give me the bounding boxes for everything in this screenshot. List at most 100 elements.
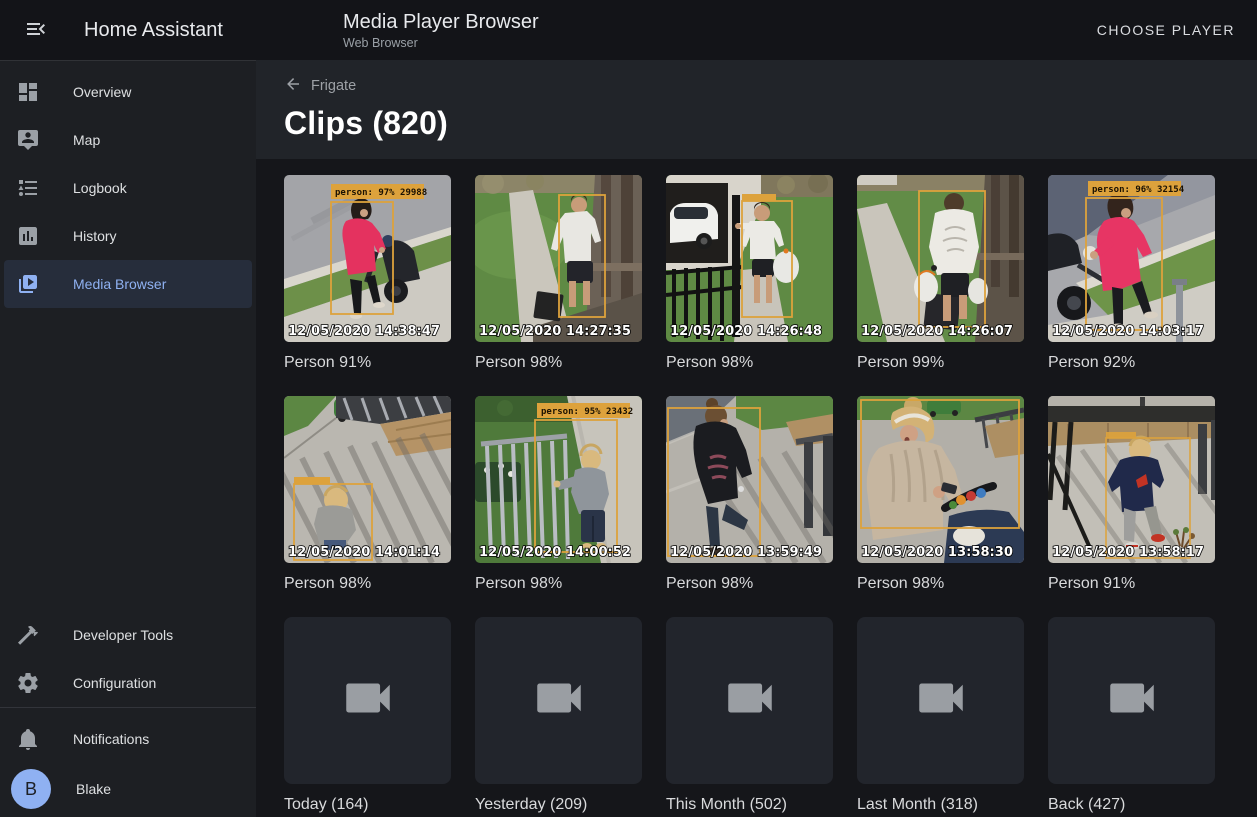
clip-item[interactable]: 12/05/2020 14:26:48 Person 98% bbox=[666, 175, 833, 378]
app-bar-sidebar-section: Home Assistant bbox=[0, 8, 256, 52]
breadcrumb-back[interactable]: Frigate bbox=[284, 75, 356, 97]
clip-item[interactable]: 12/05/2020 14:26:07 Person 99% bbox=[857, 175, 1024, 378]
clip-thumbnail[interactable]: person: 95% 23432 12/05/2020 14:00:52 bbox=[475, 396, 642, 563]
svg-text:12/05/2020 14:01:14: 12/05/2020 14:01:14 bbox=[288, 545, 440, 560]
svg-text:person: 96% 32154: person: 96% 32154 bbox=[1092, 185, 1185, 195]
tooltip-account-icon bbox=[16, 128, 40, 152]
svg-text:12/05/2020 14:27:35: 12/05/2020 14:27:35 bbox=[479, 324, 631, 339]
svg-text:12/05/2020 14:26:07: 12/05/2020 14:26:07 bbox=[861, 324, 1013, 339]
folder-label: This Month (502) bbox=[666, 796, 833, 817]
clip-thumbnail[interactable]: 12/05/2020 14:26:48 bbox=[666, 175, 833, 342]
folder-label: Yesterday (209) bbox=[475, 796, 642, 817]
sidebar-tools-nav: Developer Tools Configuration bbox=[0, 604, 256, 707]
clip-caption: Person 98% bbox=[666, 575, 833, 599]
avatar: B bbox=[11, 769, 51, 809]
arrow-left-icon bbox=[284, 75, 302, 97]
clip-caption: Person 91% bbox=[1048, 575, 1215, 599]
clip-thumbnail[interactable]: 12/05/2020 13:58:17 bbox=[1048, 396, 1215, 563]
sidebar-item-overview[interactable]: Overview bbox=[4, 68, 252, 116]
choose-player-button[interactable]: CHOOSE PLAYER bbox=[1083, 12, 1249, 48]
folder-thumbnail[interactable] bbox=[1048, 617, 1215, 784]
sidebar-item-developer-tools[interactable]: Developer Tools bbox=[4, 611, 252, 659]
clip-item[interactable]: 12/05/2020 13:59:49 Person 98% bbox=[666, 396, 833, 599]
app-title: Home Assistant bbox=[84, 19, 223, 42]
folder-item-today[interactable]: Today (164) bbox=[284, 617, 451, 817]
menu-toggle-button[interactable] bbox=[14, 8, 58, 52]
video-icon bbox=[721, 669, 779, 732]
clip-item[interactable]: 12/05/2020 14:27:35 Person 98% bbox=[475, 175, 642, 378]
camera-snapshot: 12/05/2020 14:27:35 bbox=[475, 175, 642, 342]
app-bar-panel-section: Media Player Browser Web Browser CHOOSE … bbox=[256, 0, 1257, 60]
svg-text:12/05/2020 13:58:17: 12/05/2020 13:58:17 bbox=[1052, 545, 1204, 560]
folder-item-last-month[interactable]: Last Month (318) bbox=[857, 617, 1024, 817]
sidebar-item-label: Overview bbox=[73, 84, 131, 100]
clip-item[interactable]: person: 97% 29988 12/05/2020 14:38:47 Pe… bbox=[284, 175, 451, 378]
format-list-bulleted-icon bbox=[16, 176, 40, 200]
camera-snapshot: 12/05/2020 13:58:17 bbox=[1048, 396, 1215, 563]
camera-snapshot: 12/05/2020 14:01:14 bbox=[284, 396, 451, 563]
clip-thumbnail[interactable]: 12/05/2020 13:59:49 bbox=[666, 396, 833, 563]
folder-item-this-month[interactable]: This Month (502) bbox=[666, 617, 833, 817]
clip-item[interactable]: 12/05/2020 14:01:14 Person 98% bbox=[284, 396, 451, 599]
sidebar-item-map[interactable]: Map bbox=[4, 116, 252, 164]
clip-item[interactable]: 12/05/2020 13:58:30 Person 98% bbox=[857, 396, 1024, 599]
camera-snapshot: 12/05/2020 13:59:49 bbox=[666, 396, 833, 563]
folder-item-back[interactable]: Back (427) bbox=[1048, 617, 1215, 817]
sidebar-nav: Overview Map Logbook History Media Brows… bbox=[0, 61, 256, 308]
sidebar-item-configuration[interactable]: Configuration bbox=[4, 659, 252, 707]
breadcrumb-label: Frigate bbox=[311, 78, 356, 94]
sidebar-item-media-browser[interactable]: Media Browser bbox=[4, 260, 252, 308]
clip-caption: Person 92% bbox=[1048, 354, 1215, 378]
clip-thumbnail[interactable]: person: 97% 29988 12/05/2020 14:38:47 bbox=[284, 175, 451, 342]
menu-open-icon bbox=[24, 17, 48, 44]
app-bar: Home Assistant Media Player Browser Web … bbox=[0, 0, 1257, 60]
sidebar-profile[interactable]: B Blake bbox=[0, 765, 256, 813]
folder-thumbnail[interactable] bbox=[475, 617, 642, 784]
clip-thumbnail[interactable]: 12/05/2020 13:58:30 bbox=[857, 396, 1024, 563]
video-icon bbox=[1103, 669, 1161, 732]
sidebar-item-notifications[interactable]: Notifications bbox=[4, 715, 252, 763]
sidebar-item-label: Logbook bbox=[73, 180, 127, 196]
svg-text:12/05/2020 13:58:30: 12/05/2020 13:58:30 bbox=[861, 545, 1013, 560]
sidebar-item-history[interactable]: History bbox=[4, 212, 252, 260]
folder-item-yesterday[interactable]: Yesterday (209) bbox=[475, 617, 642, 817]
sidebar-item-label: Media Browser bbox=[73, 276, 166, 292]
svg-text:12/05/2020 14:03:17: 12/05/2020 14:03:17 bbox=[1052, 324, 1204, 339]
camera-snapshot: 12/05/2020 13:58:30 bbox=[857, 396, 1024, 563]
gear-icon bbox=[16, 671, 40, 695]
clip-thumbnail[interactable]: person: 96% 32154 12/05/2020 14:03:17 bbox=[1048, 175, 1215, 342]
clip-caption: Person 98% bbox=[475, 575, 642, 599]
sidebar-item-label: Notifications bbox=[73, 731, 149, 747]
svg-text:12/05/2020 14:26:48: 12/05/2020 14:26:48 bbox=[670, 324, 822, 339]
clip-item[interactable]: person: 95% 23432 12/05/2020 14:00:52 Pe… bbox=[475, 396, 642, 599]
clip-thumbnail[interactable]: 12/05/2020 14:01:14 bbox=[284, 396, 451, 563]
video-icon bbox=[912, 669, 970, 732]
sidebar-item-logbook[interactable]: Logbook bbox=[4, 164, 252, 212]
sidebar-item-label: Map bbox=[73, 132, 100, 148]
camera-snapshot: person: 95% 23432 12/05/2020 14:00:52 bbox=[475, 396, 642, 563]
play-box-multiple-icon bbox=[16, 272, 40, 296]
bell-icon bbox=[16, 727, 40, 751]
panel-title-block: Media Player Browser Web Browser bbox=[343, 10, 539, 50]
clip-item[interactable]: person: 96% 32154 12/05/2020 14:03:17 Pe… bbox=[1048, 175, 1215, 378]
clip-thumbnail[interactable]: 12/05/2020 14:26:07 bbox=[857, 175, 1024, 342]
clip-caption: Person 99% bbox=[857, 354, 1024, 378]
sidebar-item-label: Configuration bbox=[73, 675, 156, 691]
folder-thumbnail[interactable] bbox=[857, 617, 1024, 784]
chart-box-icon bbox=[16, 224, 40, 248]
folder-thumbnail[interactable] bbox=[284, 617, 451, 784]
camera-snapshot: 12/05/2020 14:26:48 bbox=[666, 175, 833, 342]
page-title: Clips (820) bbox=[284, 105, 1229, 142]
folder-thumbnail[interactable] bbox=[666, 617, 833, 784]
clip-caption: Person 98% bbox=[857, 575, 1024, 599]
sidebar-item-label: History bbox=[73, 228, 117, 244]
svg-text:person: 95% 23432: person: 95% 23432 bbox=[541, 407, 633, 417]
sidebar-item-label: Developer Tools bbox=[73, 627, 173, 643]
content-header: Frigate Clips (820) bbox=[256, 60, 1257, 159]
sidebar-spacer bbox=[0, 308, 256, 604]
clip-thumbnail[interactable]: 12/05/2020 14:27:35 bbox=[475, 175, 642, 342]
clip-item[interactable]: 12/05/2020 13:58:17 Person 91% bbox=[1048, 396, 1215, 599]
hammer-icon bbox=[16, 623, 40, 647]
camera-snapshot: person: 96% 32154 12/05/2020 14:03:17 bbox=[1048, 175, 1215, 342]
folder-label: Last Month (318) bbox=[857, 796, 1024, 817]
